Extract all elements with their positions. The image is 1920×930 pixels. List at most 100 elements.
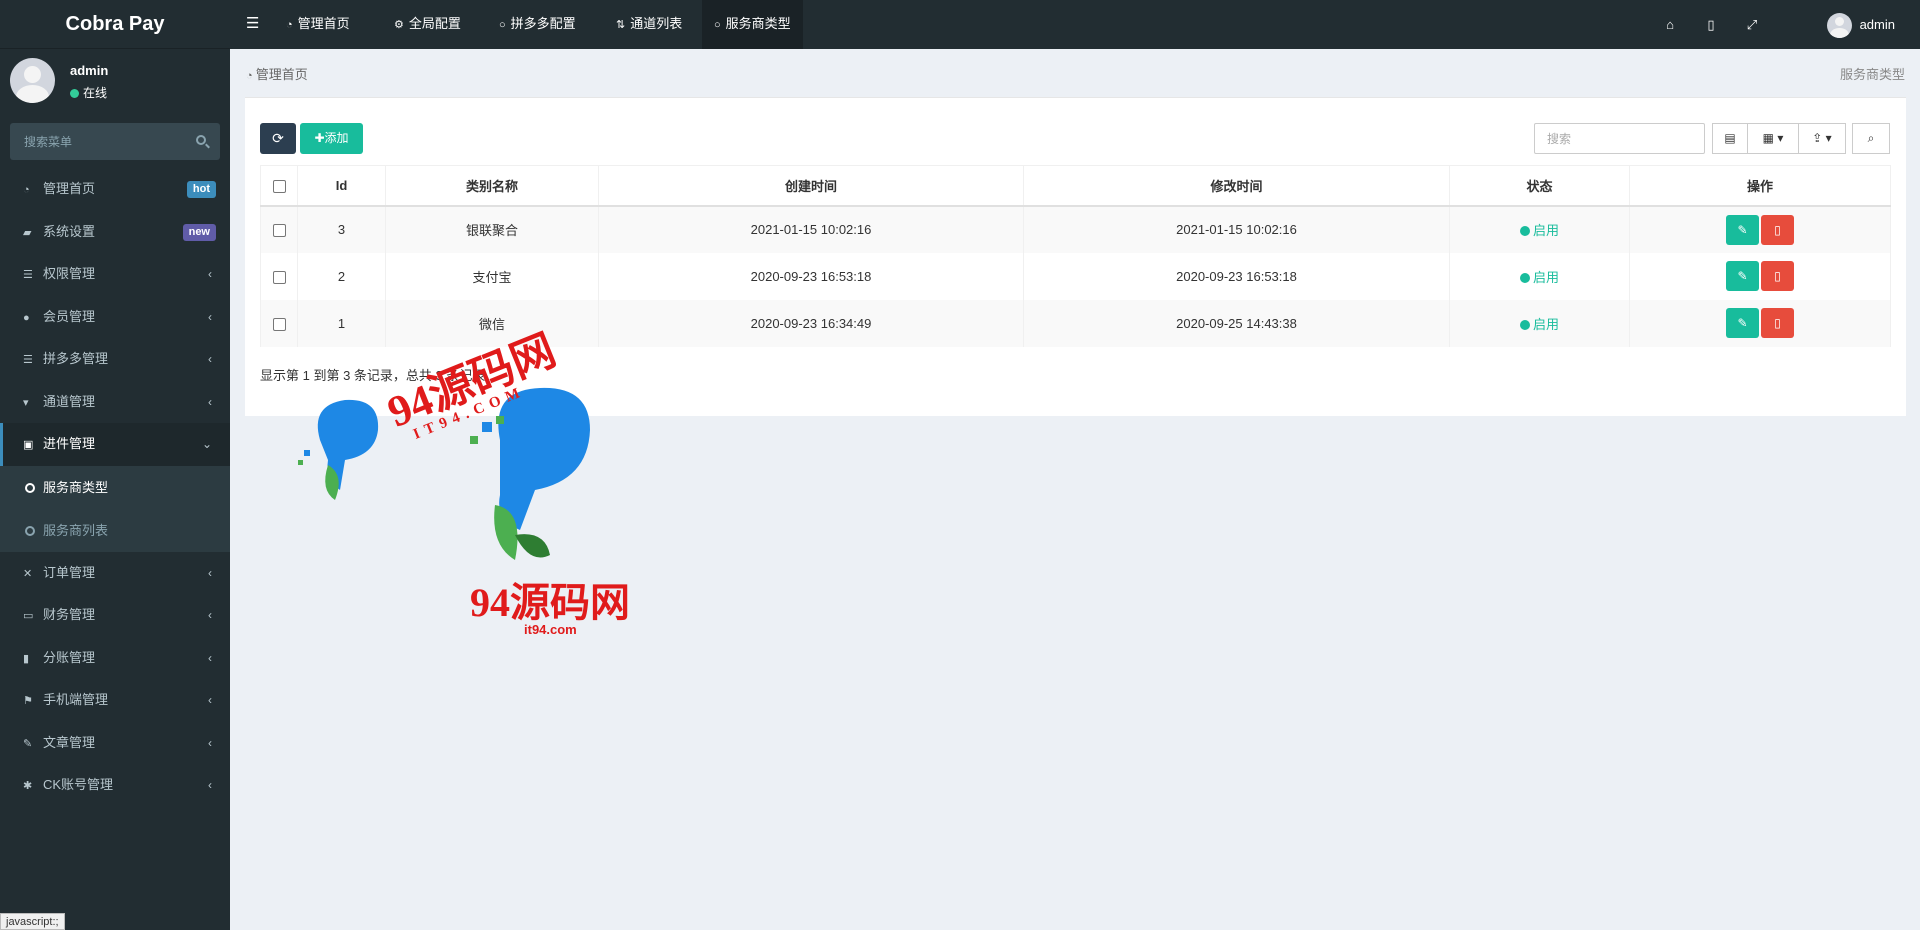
browser-status-bar: javascript:; bbox=[0, 913, 65, 930]
table-row: 3 银联聚合 2021-01-15 10:02:16 2021-01-15 10… bbox=[260, 205, 1891, 253]
brush-icon: ✎ bbox=[23, 737, 33, 750]
sidebar-menu: ◔ 管理首页 hot ▰ 系统设置 new ☰ 权限管理 ‹ ● 会员管理 ‹ ☰ 拼多多管理 ‹ … bbox=[0, 168, 230, 807]
column-header-modified[interactable]: 修改时间 bbox=[1023, 165, 1450, 207]
delete-button[interactable]: ▯ bbox=[1761, 308, 1794, 338]
home-icon: ⌂ bbox=[1666, 17, 1674, 32]
bug-icon: ✱ bbox=[23, 780, 33, 792]
sidebar-item-finance[interactable]: ▭ 财务管理 ‹ bbox=[0, 594, 230, 637]
pencil-icon: ✎ bbox=[1737, 269, 1748, 283]
delete-button[interactable]: ▯ bbox=[1761, 261, 1794, 291]
shuffle-icon: ✕ bbox=[23, 567, 33, 580]
cell-name: 银联聚合 bbox=[385, 205, 599, 253]
sidebar-item-mobile[interactable]: ⚑ 手机端管理 ‹ bbox=[0, 679, 230, 722]
pencil-icon: ✎ bbox=[1737, 316, 1748, 330]
dashboard-icon: ◔ bbox=[246, 70, 256, 82]
avatar bbox=[10, 58, 55, 103]
cart-icon: ▾ bbox=[23, 396, 29, 409]
sidebar-subitem-provider-list[interactable]: 服务商列表 bbox=[0, 509, 230, 552]
columns-button[interactable]: ▦ ▾ bbox=[1747, 123, 1799, 154]
sidebar-subitem-provider-types[interactable]: 服务商类型 bbox=[0, 466, 230, 509]
cell-modified: 2021-01-15 10:02:16 bbox=[1023, 205, 1450, 253]
edit-button[interactable]: ✎ bbox=[1726, 261, 1759, 291]
sidebar-item-articles[interactable]: ✎ 文章管理 ‹ bbox=[0, 722, 230, 765]
status-badge[interactable]: 启用 bbox=[1519, 270, 1559, 285]
fullscreen-button[interactable]: ⤢ bbox=[1737, 0, 1767, 49]
expand-icon: ⤢ bbox=[1746, 17, 1758, 32]
app-logo[interactable]: Cobra Pay bbox=[0, 0, 230, 49]
sidebar-item-split[interactable]: ▮ 分账管理 ‹ bbox=[0, 637, 230, 680]
dashboard-icon: ◔ bbox=[286, 19, 293, 31]
sidebar-item-orders[interactable]: ✕ 订单管理 ‹ bbox=[0, 552, 230, 595]
search-icon: ⌕ bbox=[1867, 131, 1875, 145]
hot-badge: hot bbox=[186, 181, 216, 198]
chevron-left-icon: ‹ bbox=[208, 352, 212, 366]
advanced-search-button[interactable]: ⌕ bbox=[1852, 123, 1890, 154]
column-header-name[interactable]: 类别名称 bbox=[385, 165, 599, 207]
sidebar-item-dashboard[interactable]: ◔ 管理首页 hot bbox=[0, 168, 230, 211]
trash-icon: ▯ bbox=[1774, 222, 1781, 237]
onboarding-submenu: 服务商类型 服务商列表 bbox=[0, 465, 230, 552]
watermark-text: 94源码网 bbox=[470, 580, 630, 625]
sidebar-item-onboarding[interactable]: ▣ 进件管理 ⌄ bbox=[0, 423, 230, 466]
money-icon: ▭ bbox=[23, 610, 34, 622]
column-header-created[interactable]: 创建时间 bbox=[598, 165, 1024, 207]
sidebar-item-pdd[interactable]: ☰ 拼多多管理 ‹ bbox=[0, 338, 230, 381]
home-button[interactable]: ⌂ bbox=[1655, 0, 1685, 49]
row-checkbox[interactable] bbox=[272, 270, 286, 284]
column-header-id[interactable]: Id bbox=[297, 165, 386, 207]
watermark: 94源码网 IT94.COM 94源码网 it94.com bbox=[290, 325, 650, 650]
sidebar-toggle-button[interactable]: ☰ bbox=[234, 0, 271, 49]
tab-pdd-config[interactable]: ○ 拼多多配置 bbox=[487, 0, 588, 49]
chevron-left-icon: ‹ bbox=[208, 608, 212, 622]
delete-button[interactable]: ▯ bbox=[1761, 214, 1794, 245]
online-dot-icon bbox=[70, 89, 79, 98]
trash-icon: ▯ bbox=[1774, 269, 1781, 283]
chevron-left-icon: ‹ bbox=[208, 267, 212, 281]
chevron-left-icon: ‹ bbox=[208, 693, 212, 707]
circle-icon: ○ bbox=[499, 19, 506, 31]
tab-global-config[interactable]: ⚙ 全局配置 bbox=[382, 0, 473, 49]
status-dot-icon bbox=[1519, 319, 1530, 330]
edit-button[interactable]: ✎ bbox=[1726, 308, 1759, 338]
refresh-button[interactable]: ⟳ bbox=[260, 123, 296, 154]
building-icon: ▮ bbox=[23, 652, 30, 665]
sidebar-item-permissions[interactable]: ☰ 权限管理 ‹ bbox=[0, 253, 230, 296]
tab-channel-list[interactable]: ⇅ 通道列表 bbox=[604, 0, 694, 49]
cell-created: 2021-01-15 10:02:16 bbox=[598, 205, 1024, 253]
pencil-icon: ✎ bbox=[1737, 222, 1748, 237]
select-all-header bbox=[260, 165, 298, 207]
status-badge[interactable]: 启用 bbox=[1519, 223, 1559, 238]
menu-search-input[interactable] bbox=[10, 123, 190, 160]
new-badge: new bbox=[182, 223, 216, 241]
sidebar-item-channels[interactable]: ▾ 通道管理 ‹ bbox=[0, 381, 230, 424]
chevron-left-icon: ‹ bbox=[208, 309, 212, 324]
user-menu[interactable]: admin bbox=[1826, 0, 1895, 49]
edit-button[interactable]: ✎ bbox=[1726, 214, 1759, 245]
column-header-status[interactable]: 状态 bbox=[1449, 165, 1630, 207]
sidebar-item-members[interactable]: ● 会员管理 ‹ bbox=[0, 296, 230, 339]
cell-modified: 2020-09-23 16:53:18 bbox=[1023, 252, 1450, 300]
list-icon: ☰ bbox=[23, 269, 33, 281]
clear-cache-button[interactable]: ▯ bbox=[1696, 0, 1726, 49]
table-search-input[interactable] bbox=[1534, 123, 1705, 154]
dashboard-icon: ◔ bbox=[23, 184, 30, 196]
plus-icon: ✚ bbox=[314, 131, 325, 145]
sidebar-item-settings[interactable]: ▰ 系统设置 new bbox=[0, 211, 230, 254]
user-status: 在线 bbox=[70, 84, 107, 101]
row-checkbox[interactable] bbox=[272, 224, 286, 238]
toggle-view-button[interactable]: ▤ bbox=[1712, 123, 1748, 154]
export-button[interactable]: ⇪ ▾ bbox=[1798, 123, 1846, 154]
search-icon[interactable] bbox=[196, 135, 206, 145]
export-icon: ⇪ ▾ bbox=[1812, 131, 1832, 145]
chevron-down-icon: ⌄ bbox=[201, 437, 212, 451]
tab-dashboard[interactable]: ◔ 管理首页 bbox=[274, 0, 362, 49]
sidebar-item-ck-accounts[interactable]: ✱ CK账号管理 ‹ bbox=[0, 764, 230, 807]
add-button[interactable]: ✚添加 bbox=[300, 123, 363, 154]
status-badge[interactable]: 启用 bbox=[1519, 317, 1559, 332]
chevron-left-icon: ‹ bbox=[208, 565, 212, 580]
status-dot-icon bbox=[1519, 272, 1530, 283]
user-panel: admin 在线 bbox=[0, 49, 230, 115]
tab-provider-types[interactable]: ○ 服务商类型 bbox=[702, 0, 803, 49]
select-all-checkbox[interactable] bbox=[272, 179, 286, 193]
row-checkbox[interactable] bbox=[272, 317, 286, 331]
